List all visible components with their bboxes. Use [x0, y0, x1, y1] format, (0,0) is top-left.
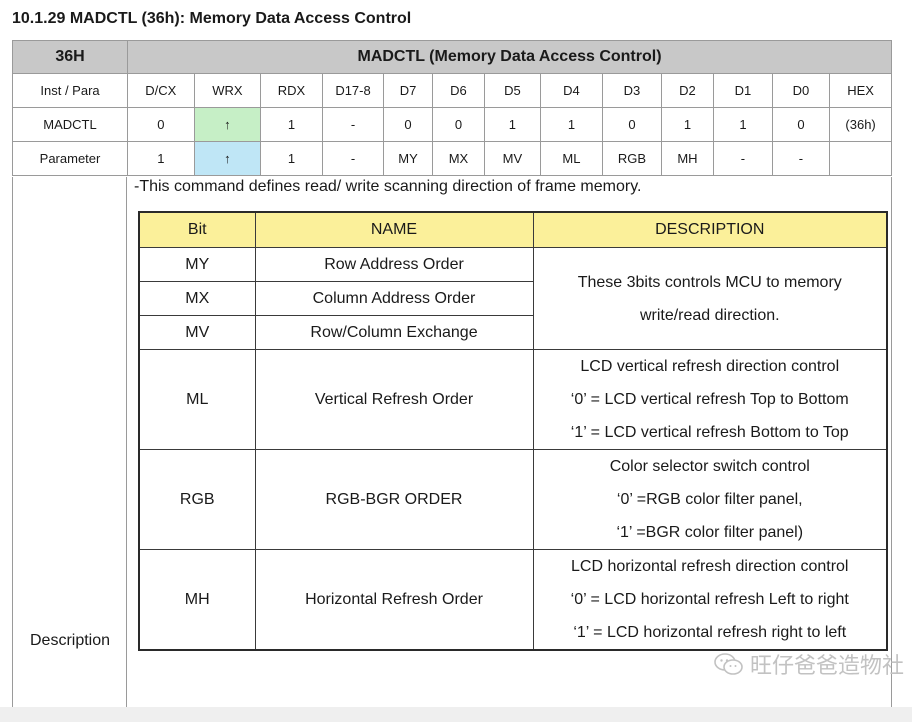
table-cell: MY [383, 141, 433, 176]
section-heading: 10.1.29 MADCTL (36h): Memory Data Access… [12, 10, 412, 27]
description-line: Color selector switch control [609, 458, 810, 475]
column-header: HEX [829, 73, 892, 108]
description-cell-mh: LCD horizontal refresh direction control… [532, 549, 888, 651]
bit-cell: MH [138, 549, 256, 651]
bit-description-table: Bit NAME DESCRIPTION MY Row Address Orde… [138, 211, 888, 651]
name-cell: Vertical Refresh Order [254, 349, 534, 450]
description-cell-mcu: These 3bits controls MCU to memory write… [532, 247, 888, 350]
table-cell: 1 [260, 141, 323, 176]
watermark-text: 旺仔爸爸造物社 [749, 653, 904, 678]
description-intro: -This command defines read/ write scanni… [134, 178, 642, 195]
table-cell: 0 [127, 107, 195, 142]
register-columns-row: Inst / Para D/CX WRX RDX D17-8 D7 D6 D5 … [11, 73, 892, 108]
column-header: DESCRIPTION [532, 211, 888, 248]
bit-cell: ML [138, 349, 256, 450]
name-cell: Horizontal Refresh Order [254, 549, 534, 651]
column-header: NAME [254, 211, 534, 248]
description-line: ‘1’ = LCD horizontal refresh right to le… [573, 624, 847, 641]
description-line: LCD horizontal refresh direction control [571, 558, 849, 575]
table-cell: MV [484, 141, 541, 176]
table-cell: RGB [602, 141, 662, 176]
table-cell: - [321, 107, 385, 142]
column-header: D4 [539, 73, 604, 108]
column-header: Inst / Para [11, 73, 129, 108]
description-line: ‘1’ =BGR color filter panel) [616, 524, 804, 541]
column-header: D7 [383, 73, 433, 108]
column-header: WRX [193, 73, 262, 108]
column-header: Bit [138, 211, 256, 248]
table-cell: - [321, 141, 385, 176]
register-command-row: MADCTL 0 ↑ 1 - 0 0 1 1 0 1 1 0 (36h) [11, 107, 892, 142]
register-table: 36H MADCTL (Memory Data Access Control) … [11, 40, 892, 176]
description-cell-rgb: Color selector switch control ‘0’ =RGB c… [532, 449, 888, 550]
description-line: LCD vertical refresh direction control [580, 358, 840, 375]
table-cell: - [713, 141, 773, 176]
table-cell: Parameter [11, 141, 129, 176]
bit-cell: MX [138, 281, 256, 316]
register-title: MADCTL (Memory Data Access Control) [127, 40, 892, 74]
column-header: D5 [484, 73, 541, 108]
table-cell: - [771, 141, 831, 176]
description-line: These 3bits controls MCU to memory [577, 273, 842, 291]
description-line: write/read direction. [639, 306, 780, 324]
bit-cell: MV [138, 315, 256, 350]
table-cell: (36h) [829, 107, 892, 142]
column-header: D2 [660, 73, 715, 108]
bit-cell: MY [138, 247, 256, 282]
description-left-border [12, 177, 13, 707]
bit-cell: RGB [138, 449, 256, 550]
description-label: Description [29, 632, 111, 649]
bottom-strip [0, 707, 912, 722]
table-cell: 0 [602, 107, 662, 142]
register-parameter-row: Parameter 1 ↑ 1 - MY MX MV ML RGB MH - - [11, 141, 892, 176]
table-cell: 1 [539, 107, 604, 142]
column-header: D3 [602, 73, 662, 108]
table-cell: 1 [713, 107, 773, 142]
table-cell [829, 141, 892, 176]
table-cell: 0 [771, 107, 831, 142]
column-header: D6 [431, 73, 486, 108]
table-cell: MH [660, 141, 715, 176]
table-row: RGB RGB-BGR ORDER Color selector switch … [138, 449, 888, 550]
name-cell: Column Address Order [254, 281, 534, 316]
register-header-row: 36H MADCTL (Memory Data Access Control) [11, 40, 892, 74]
bit-table-header: Bit NAME DESCRIPTION [138, 211, 888, 248]
description-right-border [891, 177, 892, 707]
table-row: ML Vertical Refresh Order LCD vertical r… [138, 349, 888, 450]
column-header: D1 [713, 73, 773, 108]
table-cell: MX [431, 141, 486, 176]
column-header: D0 [771, 73, 831, 108]
name-cell: Row/Column Exchange [254, 315, 534, 350]
description-line: ‘0’ =RGB color filter panel, [616, 491, 803, 508]
wrx-arrow-cell: ↑ [193, 107, 262, 142]
table-cell: 0 [431, 107, 486, 142]
column-header: D17-8 [321, 73, 385, 108]
table-cell: 1 [260, 107, 323, 142]
name-cell: RGB-BGR ORDER [254, 449, 534, 550]
description-line: ‘0’ = LCD vertical refresh Top to Bottom [570, 391, 849, 408]
column-header: D/CX [127, 73, 195, 108]
table-cell: 1 [484, 107, 541, 142]
table-row: MH Horizontal Refresh Order LCD horizont… [138, 549, 888, 651]
table-cell: MADCTL [11, 107, 129, 142]
wrx-arrow-cell: ↑ [193, 141, 262, 176]
table-cell: ML [539, 141, 604, 176]
description-line: ‘1’ = LCD vertical refresh Bottom to Top [570, 424, 849, 441]
table-row: MY Row Address Order These 3bits control… [138, 247, 888, 350]
name-cell: Row Address Order [254, 247, 534, 282]
table-cell: 1 [660, 107, 715, 142]
table-cell: 1 [127, 141, 195, 176]
wechat-icon [714, 652, 744, 682]
column-header: RDX [260, 73, 323, 108]
register-code: 36H [11, 40, 129, 74]
table-cell: 0 [383, 107, 433, 142]
description-divider [126, 177, 127, 707]
description-cell-ml: LCD vertical refresh direction control ‘… [532, 349, 888, 450]
description-line: ‘0’ = LCD horizontal refresh Left to rig… [570, 591, 849, 608]
watermark: 旺仔爸爸造物社 [714, 648, 904, 682]
